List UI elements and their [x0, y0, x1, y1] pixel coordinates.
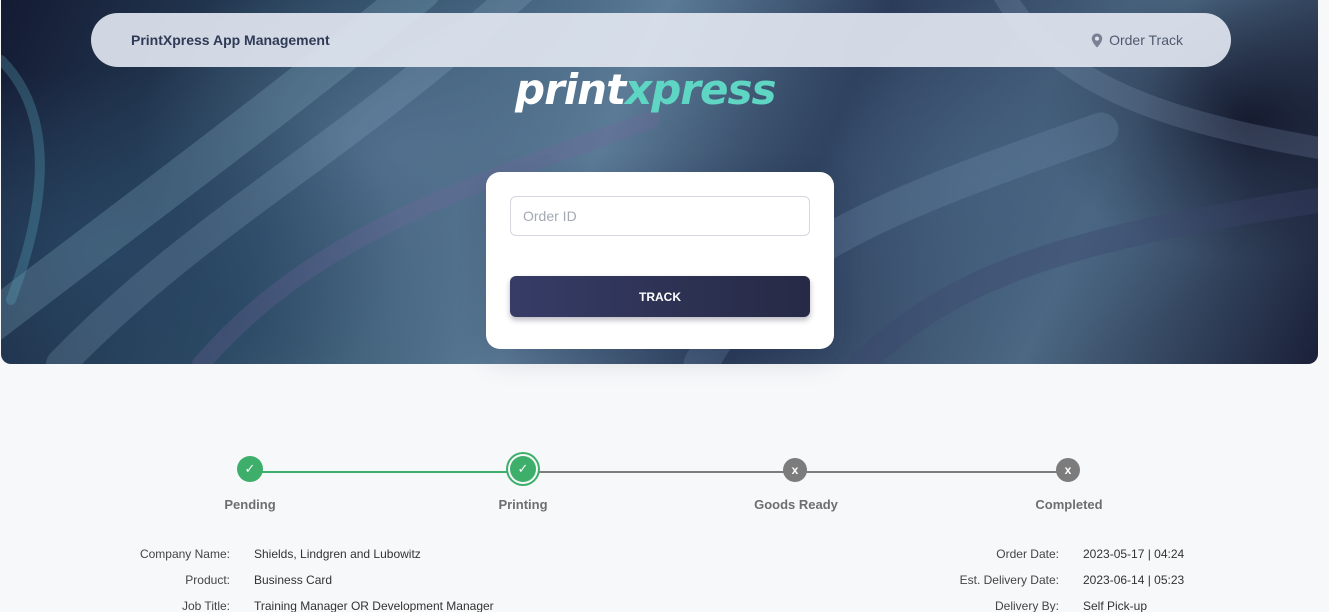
- delivery-by-value: Self Pick-up: [1083, 599, 1148, 612]
- detail-row-product: Product: Business Card: [100, 567, 494, 593]
- map-pin-icon: [1091, 33, 1103, 47]
- track-order-card: TRACK: [486, 172, 834, 349]
- step-label-goods-ready: Goods Ready: [754, 497, 838, 512]
- job-title-label: Job Title:: [181, 599, 230, 612]
- product-label: Product:: [185, 573, 230, 587]
- step-label-printing: Printing: [498, 497, 548, 512]
- job-title-value: Training Manager OR Development Manager: [254, 599, 494, 612]
- progress-line-done: [250, 471, 523, 473]
- track-button[interactable]: TRACK: [510, 276, 810, 317]
- step-completed-x-icon: x: [1056, 458, 1080, 482]
- company-name-value: Shields, Lindgren and Lubowitz: [254, 547, 421, 561]
- order-details-left: Company Name: Shields, Lindgren and Lubo…: [100, 541, 494, 612]
- detail-row-delivery-date: Est. Delivery Date: 2023-06-14 | 05:23: [900, 567, 1185, 593]
- order-id-input[interactable]: [510, 196, 810, 236]
- printxpress-logo: printxpress: [515, 62, 815, 118]
- product-value: Business Card: [254, 573, 333, 587]
- order-date-label: Order Date:: [996, 547, 1059, 561]
- detail-row-job-title: Job Title: Training Manager OR Developme…: [100, 593, 494, 612]
- step-goods-ready-x-icon: x: [783, 458, 807, 482]
- step-label-completed: Completed: [1035, 497, 1103, 512]
- est-delivery-date-label: Est. Delivery Date:: [959, 573, 1059, 587]
- company-name-label: Company Name:: [139, 547, 230, 561]
- nav-order-track-link[interactable]: Order Track: [1091, 32, 1183, 48]
- step-label-pending: Pending: [224, 497, 276, 512]
- app-title: PrintXpress App Management: [131, 32, 330, 48]
- order-details-right: Order Date: 2023-05-17 | 04:24 Est. Deli…: [900, 541, 1185, 612]
- step-printing-check-icon: ✓: [510, 456, 536, 482]
- est-delivery-date-value: 2023-06-14 | 05:23: [1083, 573, 1185, 587]
- logo-text-xpress: xpress: [625, 65, 776, 114]
- order-status-stepper: ✓ ✓ x x Pending Printing Goods Ready Com…: [0, 440, 1329, 520]
- step-pending-check-icon: ✓: [237, 456, 263, 482]
- order-date-value: 2023-05-17 | 04:24: [1083, 547, 1185, 561]
- detail-row-delivery-by: Delivery By: Self Pick-up: [900, 593, 1184, 612]
- delivery-by-label: Delivery By:: [994, 599, 1059, 612]
- logo-text-print: print: [515, 65, 626, 114]
- detail-row-order-date: Order Date: 2023-05-17 | 04:24: [900, 541, 1184, 567]
- detail-row-company: Company Name: Shields, Lindgren and Lubo…: [100, 541, 494, 567]
- nav-order-track-label: Order Track: [1109, 32, 1183, 48]
- top-navbar: PrintXpress App Management Order Track: [91, 13, 1231, 67]
